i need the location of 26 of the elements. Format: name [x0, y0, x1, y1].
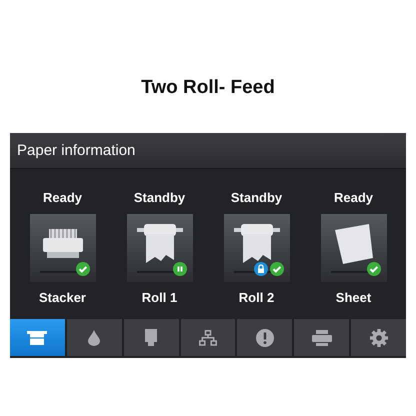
tray-status: Ready: [42, 190, 82, 207]
alert-icon: [256, 328, 274, 346]
tray-name: Roll 1: [142, 290, 178, 305]
settings-icon: [370, 328, 388, 346]
paper-source-button[interactable]: [126, 214, 192, 282]
paper-source-button[interactable]: [320, 214, 386, 282]
caption-title: Two Roll- Feed: [141, 77, 275, 98]
printhead-icon: [145, 328, 158, 346]
paper-sheet-icon: [332, 222, 374, 266]
ink-drop-icon: [88, 330, 100, 346]
paper-roll-icon: [232, 222, 280, 266]
tray-status: Standby: [134, 190, 186, 207]
paper-icon: [27, 330, 48, 346]
menu-tab[interactable]: [10, 319, 67, 356]
tray-status: Ready: [334, 190, 374, 207]
stacker-icon: [40, 227, 84, 261]
printer-icon: [312, 330, 332, 346]
tray-name: Sheet: [336, 290, 372, 305]
tray-status: Standby: [230, 190, 282, 207]
paper-roll-icon: [136, 222, 184, 266]
paper-source-button[interactable]: [30, 214, 96, 282]
paper-source-button[interactable]: [224, 214, 290, 282]
network-icon: [199, 330, 217, 346]
tray-name: Roll 2: [238, 290, 274, 305]
tray-name: Stacker: [39, 290, 86, 305]
screen-title: Paper information: [17, 142, 136, 159]
